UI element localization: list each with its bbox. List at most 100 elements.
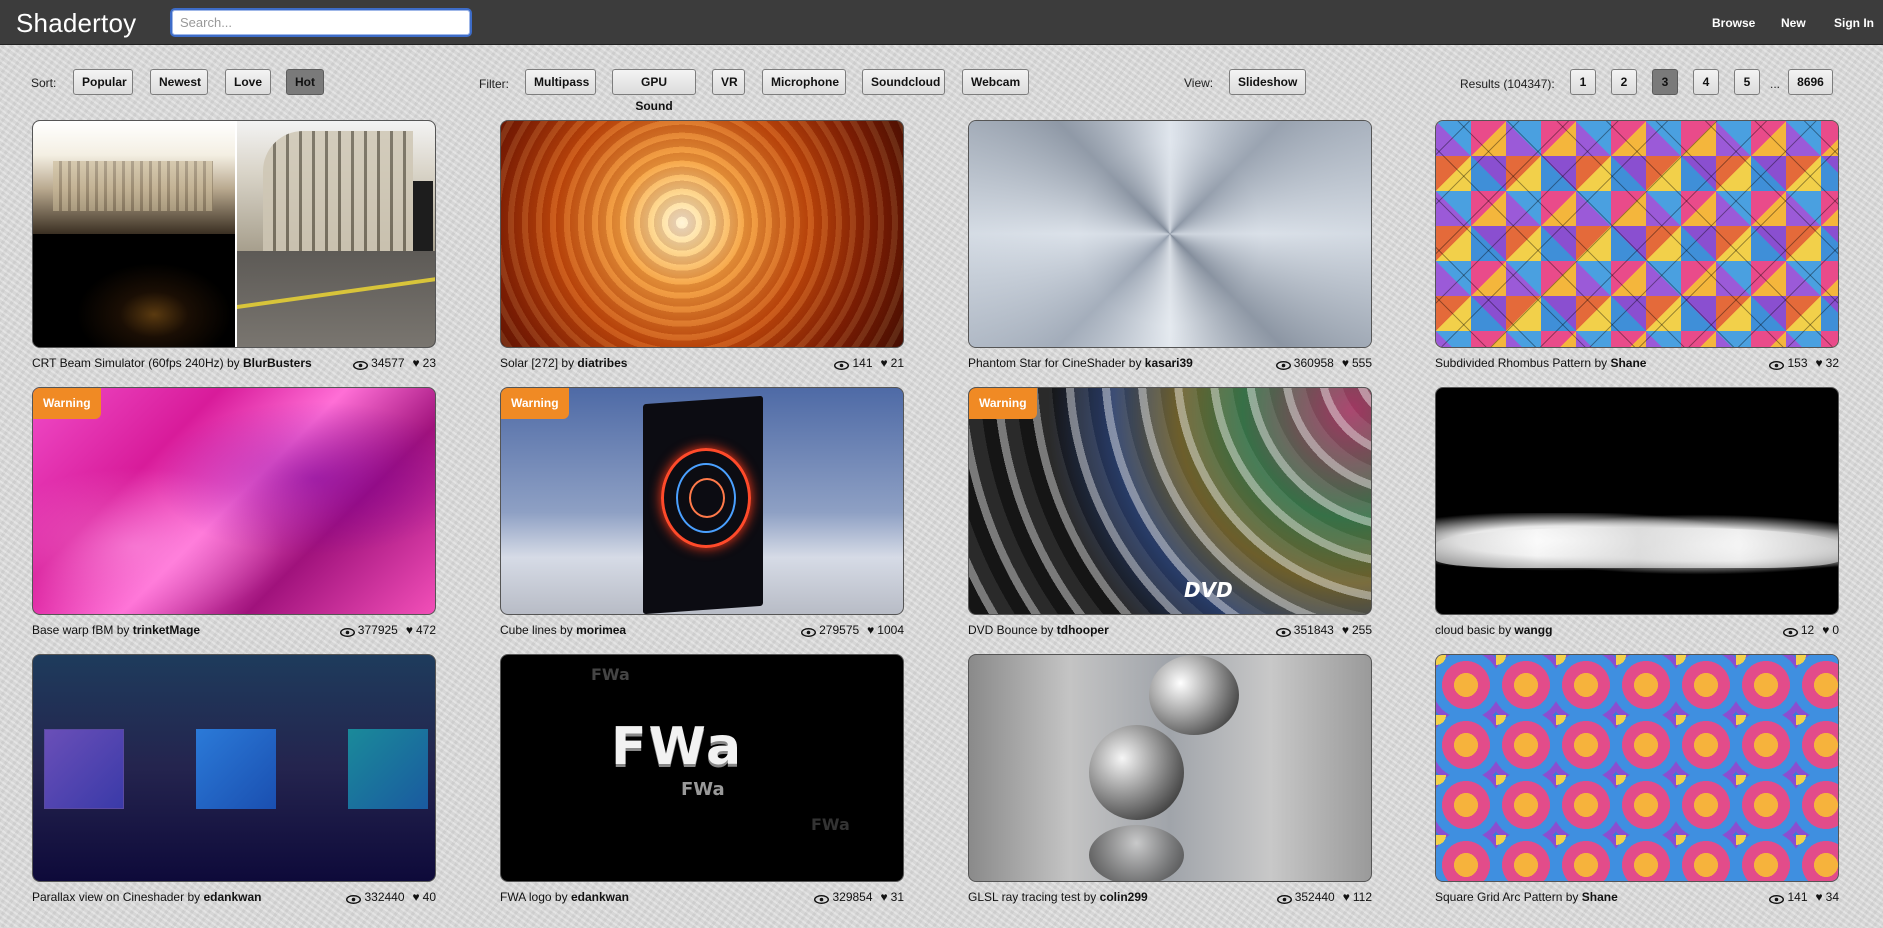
shader-thumbnail[interactable] bbox=[32, 654, 436, 882]
filter-gpu-sound-button[interactable]: GPU Sound bbox=[612, 69, 696, 113]
filter-vr-button[interactable]: VR bbox=[712, 69, 745, 95]
eye-icon bbox=[1769, 359, 1785, 370]
shader-meta: Phantom Star for CineShader by kasari39 … bbox=[968, 356, 1372, 372]
shader-meta: Subdivided Rhombus Pattern by Shane 153 … bbox=[1435, 356, 1839, 372]
shader-card[interactable]: Parallax view on Cineshader by edankwan … bbox=[32, 654, 436, 904]
shader-author[interactable]: BlurBusters bbox=[243, 356, 312, 370]
shader-thumbnail[interactable] bbox=[32, 120, 436, 348]
shader-author[interactable]: trinketMage bbox=[133, 623, 200, 637]
shader-author[interactable]: wangg bbox=[1514, 623, 1552, 637]
shader-title[interactable]: cloud basic bbox=[1435, 623, 1495, 637]
eye-icon bbox=[1769, 893, 1785, 904]
page-last-button[interactable]: 8696 bbox=[1788, 69, 1833, 95]
shader-thumbnail[interactable] bbox=[1435, 387, 1839, 615]
shader-meta: FWA logo by edankwan 329854 ♥ 31 bbox=[500, 890, 904, 906]
shader-thumbnail[interactable] bbox=[968, 120, 1372, 348]
view-count: 351843 bbox=[1293, 623, 1334, 637]
shader-author[interactable]: diatribes bbox=[577, 356, 627, 370]
shader-author[interactable]: edankwan bbox=[203, 890, 261, 904]
shader-card[interactable]: Square Grid Arc Pattern by Shane 141 ♥ 34 bbox=[1435, 654, 1839, 904]
view-count: 332440 bbox=[364, 890, 405, 904]
heart-icon: ♥ bbox=[1822, 623, 1830, 637]
warning-badge: Warning bbox=[969, 388, 1037, 419]
shader-title[interactable]: FWA logo bbox=[500, 890, 552, 904]
sort-label: Sort: bbox=[31, 76, 57, 90]
shader-title[interactable]: Parallax view on Cineshader bbox=[32, 890, 184, 904]
sort-popular-button[interactable]: Popular bbox=[73, 69, 133, 95]
shader-author[interactable]: morimea bbox=[576, 623, 626, 637]
filter-soundcloud-button[interactable]: Soundcloud bbox=[862, 69, 945, 95]
eye-icon bbox=[1782, 626, 1798, 637]
like-count: 555 bbox=[1351, 356, 1372, 370]
shader-title[interactable]: Phantom Star for CineShader bbox=[968, 356, 1125, 370]
like-count: 23 bbox=[422, 356, 436, 370]
shader-title[interactable]: Subdivided Rhombus Pattern bbox=[1435, 356, 1591, 370]
pagination-ellipsis: ... bbox=[1770, 77, 1781, 91]
nav-browse[interactable]: Browse bbox=[1712, 16, 1755, 30]
view-slideshow-button[interactable]: Slideshow bbox=[1229, 69, 1306, 95]
logo[interactable]: Shadertoy bbox=[16, 8, 136, 39]
heart-icon: ♥ bbox=[1815, 356, 1823, 370]
shader-card[interactable]: Solar [272] by diatribes 141 ♥ 21 bbox=[500, 120, 904, 370]
shader-thumbnail[interactable] bbox=[968, 654, 1372, 882]
shader-thumbnail[interactable] bbox=[1435, 654, 1839, 882]
sort-hot-button[interactable]: Hot bbox=[286, 69, 324, 95]
nav-new[interactable]: New bbox=[1781, 16, 1806, 30]
shader-author[interactable]: colin299 bbox=[1100, 890, 1148, 904]
search-input[interactable] bbox=[170, 8, 472, 37]
shader-thumbnail[interactable]: DVD Warning bbox=[968, 387, 1372, 615]
shader-meta: Parallax view on Cineshader by edankwan … bbox=[32, 890, 436, 906]
top-bar: Shadertoy Browse New Sign In bbox=[0, 0, 1883, 45]
shader-title[interactable]: Cube lines bbox=[500, 623, 557, 637]
page-5-button[interactable]: 5 bbox=[1734, 69, 1760, 95]
view-count: 153 bbox=[1787, 356, 1808, 370]
shader-card[interactable]: GLSL ray tracing test by colin299 352440… bbox=[968, 654, 1372, 904]
page-2-button[interactable]: 2 bbox=[1611, 69, 1637, 95]
like-count: 40 bbox=[422, 890, 436, 904]
heart-icon: ♥ bbox=[412, 356, 420, 370]
shader-author[interactable]: edankwan bbox=[571, 890, 629, 904]
shader-author[interactable]: Shane bbox=[1582, 890, 1618, 904]
shader-card[interactable]: Phantom Star for CineShader by kasari39 … bbox=[968, 120, 1372, 370]
shader-title[interactable]: Square Grid Arc Pattern bbox=[1435, 890, 1562, 904]
like-count: 255 bbox=[1351, 623, 1372, 637]
warning-badge: Warning bbox=[33, 388, 101, 419]
filter-microphone-button[interactable]: Microphone bbox=[762, 69, 846, 95]
by-label: by bbox=[1083, 890, 1097, 904]
shader-meta: GLSL ray tracing test by colin299 352440… bbox=[968, 890, 1372, 906]
shader-card[interactable]: Warning Cube lines by morimea 279575 ♥ 10… bbox=[500, 387, 904, 637]
shader-card[interactable]: Warning Base warp fBM by trinketMage 377… bbox=[32, 387, 436, 637]
shader-thumbnail[interactable]: FWa FWa FWa FWa bbox=[500, 654, 904, 882]
shader-card[interactable]: DVD Warning DVD Bounce by tdhooper 35184… bbox=[968, 387, 1372, 637]
shader-author[interactable]: kasari39 bbox=[1145, 356, 1193, 370]
shader-meta: cloud basic by wangg 12 ♥ 0 bbox=[1435, 623, 1839, 639]
shader-meta: Square Grid Arc Pattern by Shane 141 ♥ 34 bbox=[1435, 890, 1839, 906]
eye-icon bbox=[346, 893, 362, 904]
sort-love-button[interactable]: Love bbox=[225, 69, 271, 95]
filter-multipass-button[interactable]: Multipass bbox=[525, 69, 596, 95]
shader-card[interactable]: CRT Beam Simulator (60fps 240Hz) by Blur… bbox=[32, 120, 436, 370]
shader-title[interactable]: DVD Bounce bbox=[968, 623, 1037, 637]
eye-icon bbox=[1276, 893, 1292, 904]
shader-title[interactable]: Solar [272] bbox=[500, 356, 558, 370]
page-1-button[interactable]: 1 bbox=[1570, 69, 1596, 95]
shader-title[interactable]: Base warp fBM bbox=[32, 623, 113, 637]
shader-thumbnail[interactable]: Warning bbox=[32, 387, 436, 615]
nav-sign-in[interactable]: Sign In bbox=[1834, 16, 1874, 30]
shader-card[interactable]: FWa FWa FWa FWa FWA logo by edankwan 329… bbox=[500, 654, 904, 904]
sort-newest-button[interactable]: Newest bbox=[150, 69, 208, 95]
shader-thumbnail[interactable] bbox=[500, 120, 904, 348]
by-label: by bbox=[1565, 890, 1579, 904]
page-3-button[interactable]: 3 bbox=[1652, 69, 1678, 95]
shader-title[interactable]: GLSL ray tracing test bbox=[968, 890, 1080, 904]
shader-card[interactable]: Subdivided Rhombus Pattern by Shane 153 … bbox=[1435, 120, 1839, 370]
shader-thumbnail[interactable] bbox=[1435, 120, 1839, 348]
shader-author[interactable]: tdhooper bbox=[1057, 623, 1109, 637]
shader-title[interactable]: CRT Beam Simulator (60fps 240Hz) bbox=[32, 356, 224, 370]
shader-card[interactable]: cloud basic by wangg 12 ♥ 0 bbox=[1435, 387, 1839, 637]
page-4-button[interactable]: 4 bbox=[1693, 69, 1719, 95]
shader-author[interactable]: Shane bbox=[1610, 356, 1646, 370]
shader-thumbnail[interactable]: Warning bbox=[500, 387, 904, 615]
results-count: Results (104347): bbox=[1460, 77, 1555, 91]
filter-webcam-button[interactable]: Webcam bbox=[962, 69, 1029, 95]
